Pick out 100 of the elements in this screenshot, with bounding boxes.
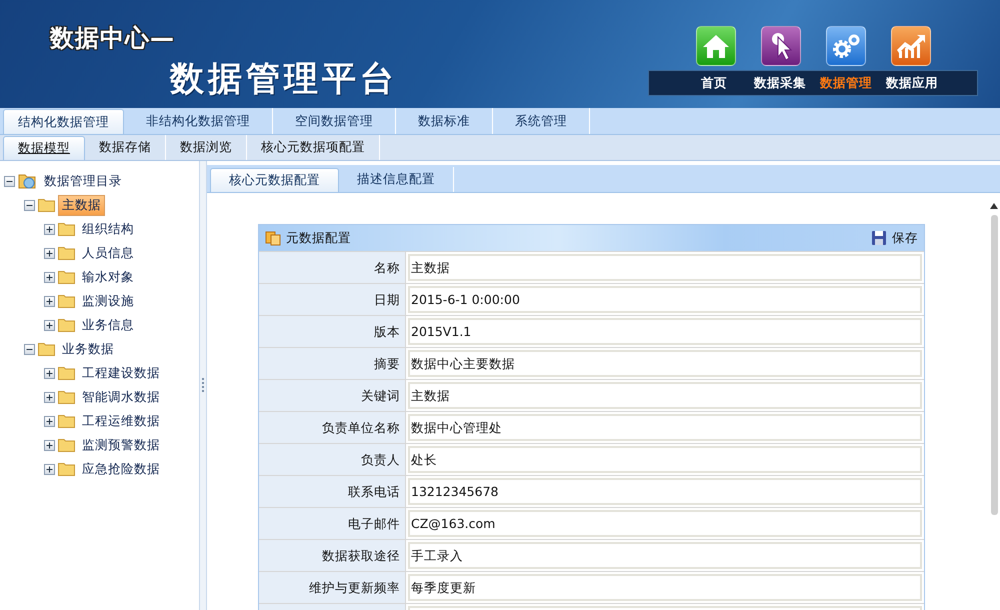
expand-toggle[interactable]: [44, 248, 55, 258]
field-label: 维护与更新频率: [259, 572, 406, 603]
gears-icon: [830, 33, 860, 59]
input-field[interactable]: 数据中心主要数据: [408, 350, 922, 377]
expand-toggle[interactable]: [44, 320, 55, 330]
tree-item[interactable]: 应急抢险数据: [78, 458, 164, 480]
brand-subtitle: 数据中心—: [50, 23, 176, 54]
tree-item[interactable]: 工程运维数据: [78, 410, 164, 432]
floppy-icon: [871, 230, 887, 246]
tree-item[interactable]: 工程建设数据: [78, 362, 164, 384]
folder-icon: [38, 342, 55, 356]
main-tab[interactable]: 系统管理: [493, 108, 590, 134]
folder-icon: [58, 366, 75, 380]
sub-tab[interactable]: 核心元数据项配置: [247, 135, 380, 160]
plus-icon: [45, 440, 54, 450]
tree-item[interactable]: 组织结构: [78, 218, 138, 240]
nav-link[interactable]: 数据应用: [882, 71, 942, 95]
expand-toggle[interactable]: [44, 296, 55, 306]
expand-toggle[interactable]: [44, 272, 55, 282]
field-label: 日期: [259, 284, 406, 315]
field-label: 负责人: [259, 444, 406, 475]
main-tab[interactable]: 结构化数据管理: [3, 109, 124, 134]
field-label: 名称: [259, 252, 406, 283]
collapse-toggle[interactable]: [4, 176, 15, 186]
plus-icon: [45, 296, 54, 306]
tree-item[interactable]: 主数据: [58, 194, 105, 216]
input-field[interactable]: 主数据: [408, 254, 922, 281]
plus-icon: [45, 368, 54, 378]
plus-icon: [45, 320, 54, 330]
main-tab[interactable]: 数据标准: [396, 108, 493, 134]
plus-icon: [45, 272, 54, 282]
folder-icon: [58, 246, 75, 260]
brand-title: 数据管理平台: [170, 58, 398, 101]
field-label: 联系电话: [259, 476, 406, 507]
nav-tile[interactable]: [696, 26, 736, 66]
tree-item[interactable]: 监测预警数据: [78, 434, 164, 456]
folder-icon: [58, 270, 75, 284]
tree-item[interactable]: 业务信息: [78, 314, 138, 336]
input-field[interactable]: 2015V1.1: [408, 318, 922, 345]
field-label: 关键词: [259, 380, 406, 411]
chart-icon: [896, 33, 926, 59]
tree-item[interactable]: 监测设施: [78, 290, 138, 312]
field-label: 数据获取途径: [259, 540, 406, 571]
content-tab[interactable]: 核心元数据配置: [210, 168, 339, 192]
house-icon: [702, 33, 730, 59]
collapse-toggle[interactable]: [24, 200, 35, 210]
folder-icon: [38, 198, 55, 212]
input-field[interactable]: 主数据: [408, 382, 922, 409]
expand-toggle[interactable]: [44, 464, 55, 474]
documents-icon: [265, 230, 281, 246]
nav-link[interactable]: 首页: [684, 71, 744, 95]
expand-toggle[interactable]: [44, 392, 55, 402]
scroll-up-arrow-icon[interactable]: [990, 203, 998, 209]
nav-link[interactable]: 数据管理: [816, 71, 876, 95]
form-title: 元数据配置: [286, 230, 351, 246]
save-button[interactable]: 保存: [871, 230, 918, 246]
expand-toggle[interactable]: [44, 224, 55, 234]
input-field[interactable]: 数据中心管理处: [408, 414, 922, 441]
input-field[interactable]: 手工录入: [408, 542, 922, 569]
nav-tile[interactable]: [760, 26, 800, 66]
main-tab[interactable]: 空间数据管理: [273, 108, 396, 134]
plus-icon: [45, 416, 54, 426]
plus-icon: [45, 224, 54, 234]
expand-toggle[interactable]: [44, 440, 55, 450]
tree-item[interactable]: 业务数据: [58, 338, 118, 360]
sub-tab[interactable]: 数据浏览: [166, 135, 247, 160]
field-label: 负责单位名称: [259, 412, 406, 443]
folder-globe-icon: [18, 173, 37, 189]
tree-item[interactable]: 输水对象: [78, 266, 138, 288]
folder-icon: [58, 390, 75, 404]
input-field[interactable]: 每季度更新: [408, 574, 922, 601]
tree-item[interactable]: 人员信息: [78, 242, 138, 264]
collapse-toggle[interactable]: [24, 344, 35, 354]
folder-icon: [58, 318, 75, 332]
expand-toggle[interactable]: [44, 368, 55, 378]
field-label: 摘要: [259, 348, 406, 379]
tree-item[interactable]: 数据管理目录: [40, 170, 126, 192]
plus-icon: [45, 248, 54, 258]
field-label: 版本: [259, 316, 406, 347]
folder-icon: [58, 438, 75, 452]
folder-icon: [58, 414, 75, 428]
sub-tab[interactable]: 数据存储: [85, 135, 166, 160]
folder-icon: [58, 294, 75, 308]
content-tab[interactable]: 描述信息配置: [339, 167, 454, 192]
field-label: 电子邮件: [259, 508, 406, 539]
input-field[interactable]: 13212345678: [408, 478, 922, 505]
input-field[interactable]: CZ@163.com: [408, 510, 922, 537]
input-field[interactable]: 2015-6-1 0:00:00: [408, 286, 922, 313]
plus-icon: [45, 464, 54, 474]
nav-tile[interactable]: [890, 26, 930, 66]
expand-toggle[interactable]: [44, 416, 55, 426]
nav-link[interactable]: 数据采集: [750, 71, 810, 95]
input-field[interactable]: 处长: [408, 446, 922, 473]
folder-icon: [58, 222, 75, 236]
sub-tab[interactable]: 数据模型: [3, 136, 85, 160]
folder-icon: [58, 462, 75, 476]
main-tab[interactable]: 非结构化数据管理: [124, 108, 273, 134]
tree-item[interactable]: 智能调水数据: [78, 386, 164, 408]
nav-tile[interactable]: [826, 26, 866, 66]
plus-icon: [45, 392, 54, 402]
